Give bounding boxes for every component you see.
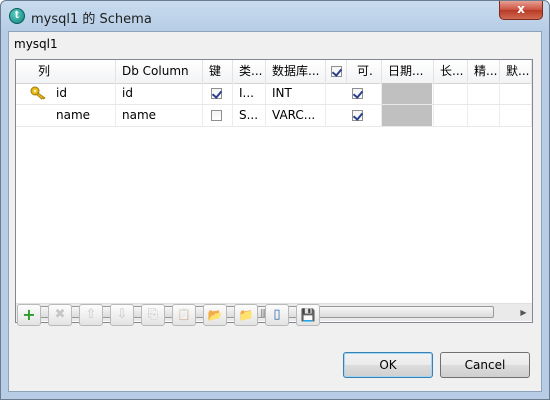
export-button[interactable]: 📁	[234, 304, 258, 326]
disabled-cell	[382, 105, 432, 126]
cell-column-name[interactable]: name	[16, 105, 116, 126]
save-icon: 💾	[300, 308, 316, 322]
reset-db-types-button[interactable]: ▯	[265, 304, 289, 326]
move-up-button[interactable]: ⇧	[79, 304, 103, 326]
window-title: mysql1 的 Schema	[31, 12, 152, 27]
schema-table: 列 Db Column 键 类... 数据库... 可. 日期... 长... …	[15, 59, 533, 323]
key-checkbox[interactable]	[211, 110, 222, 121]
column-header-precision[interactable]: 精...	[468, 60, 500, 83]
cell-key[interactable]	[203, 83, 233, 104]
column-header-date-pattern[interactable]: 日期...	[382, 60, 434, 83]
key-checkbox[interactable]	[211, 88, 222, 99]
column-header-key[interactable]: 键	[203, 60, 233, 83]
database-icon: ▯	[273, 307, 281, 322]
paste-icon: 📋	[177, 308, 191, 321]
cell-db-column[interactable]: name	[116, 105, 203, 126]
table-row[interactable]: id id I... INT	[16, 83, 532, 105]
cell-date-pattern	[382, 83, 434, 104]
column-header-default[interactable]: 默...	[500, 60, 532, 83]
scroll-thumb[interactable]: |||	[34, 306, 494, 318]
dialog-content: mysql1 列 Db Column 键 类... 数据库... 可. 日期..…	[8, 31, 542, 392]
nullable-checkbox[interactable]	[352, 88, 363, 99]
schema-name-label: mysql1	[14, 37, 58, 51]
column-header-name[interactable]: 列	[16, 60, 116, 83]
export-folder-icon: 📁	[238, 308, 254, 322]
copy-icon: ⎘	[147, 307, 159, 322]
arrow-up-icon: ⇧	[85, 307, 97, 322]
table-header: 列 Db Column 键 类... 数据库... 可. 日期... 长... …	[16, 60, 532, 84]
paste-button[interactable]: 📋	[172, 304, 196, 326]
dialog-window: t mysql1 的 Schema x mysql1 列 Db Column 键…	[0, 0, 550, 400]
cell-length[interactable]	[434, 105, 468, 126]
cell-db-column[interactable]: id	[116, 83, 203, 104]
delete-icon: ✖	[54, 307, 66, 322]
disabled-cell	[382, 83, 432, 104]
column-header-length[interactable]: 长...	[434, 60, 468, 83]
cell-length[interactable]	[434, 83, 468, 104]
cell-date-pattern	[382, 105, 434, 126]
table-row[interactable]: name name S... VARC...	[16, 105, 532, 127]
copy-button[interactable]: ⎘	[141, 304, 165, 326]
cancel-button[interactable]: Cancel	[440, 352, 530, 378]
title-bar[interactable]: t mysql1 的 Schema x	[1, 1, 549, 31]
import-folder-icon: 📂	[207, 308, 223, 322]
column-header-nullable[interactable]: 可.	[347, 60, 382, 83]
import-button[interactable]: 📂	[203, 304, 227, 326]
remove-row-button[interactable]: ✖	[48, 304, 72, 326]
cell-type[interactable]: I...	[233, 83, 266, 104]
nullable-checkbox[interactable]	[352, 110, 363, 121]
cell-default[interactable]	[500, 105, 532, 126]
ok-button[interactable]: OK	[343, 352, 433, 378]
move-down-button[interactable]: ⇩	[110, 304, 134, 326]
column-header-select-all[interactable]	[326, 60, 347, 83]
cell-nullable[interactable]	[326, 105, 382, 126]
plus-icon: +	[22, 305, 36, 324]
column-header-db-type[interactable]: 数据库...	[266, 60, 326, 83]
cell-default[interactable]	[500, 83, 532, 104]
select-all-checkbox[interactable]	[331, 66, 342, 77]
cell-type[interactable]: S...	[233, 105, 266, 126]
column-header-type[interactable]: 类...	[233, 60, 266, 83]
talend-app-icon: t	[9, 8, 25, 24]
cell-precision[interactable]	[468, 105, 500, 126]
cell-db-type[interactable]: VARC...	[266, 105, 326, 126]
add-row-button[interactable]: +	[17, 304, 41, 326]
cell-precision[interactable]	[468, 83, 500, 104]
arrow-down-icon: ⇩	[116, 307, 128, 322]
close-button[interactable]: x	[499, 1, 543, 20]
cell-column-name[interactable]: id	[16, 83, 116, 104]
cell-db-type[interactable]: INT	[266, 83, 326, 104]
scroll-right-arrow-icon[interactable]: ▶	[515, 304, 532, 321]
cell-key[interactable]	[203, 105, 233, 126]
cell-nullable[interactable]	[326, 83, 382, 104]
column-header-db-column[interactable]: Db Column	[116, 60, 203, 83]
save-button[interactable]: 💾	[296, 304, 320, 326]
